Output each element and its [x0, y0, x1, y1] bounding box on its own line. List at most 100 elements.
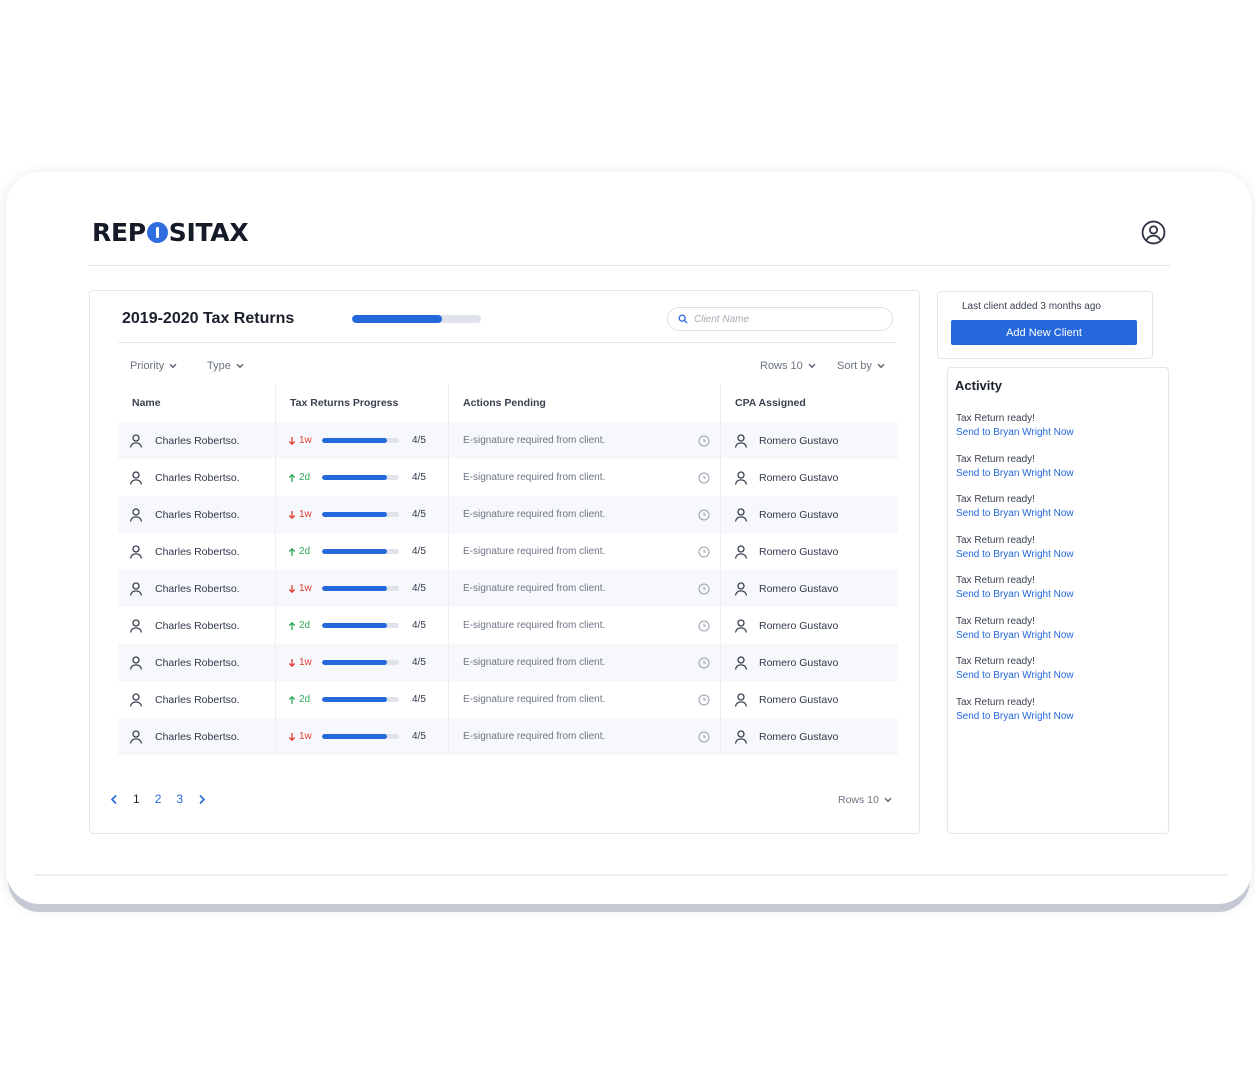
- logo-text-rep: REP: [92, 217, 146, 247]
- action-cell: E-signature required from client.: [449, 718, 721, 755]
- search-icon: [678, 314, 688, 324]
- clock-icon[interactable]: [698, 509, 710, 521]
- activity-item: Tax Return ready! Send to Bryan Wright No…: [956, 655, 1156, 696]
- cpa-cell[interactable]: Romero Gustavo: [721, 533, 898, 570]
- activity-item-link[interactable]: Send to Bryan Wright Now: [956, 669, 1156, 683]
- cpa-cell[interactable]: Romero Gustavo: [721, 681, 898, 718]
- clock-icon[interactable]: [698, 546, 710, 558]
- activity-item: Tax Return ready! Send to Bryan Wright No…: [956, 574, 1156, 615]
- trend-indicator: 2d: [288, 620, 322, 631]
- cpa-cell[interactable]: Romero Gustavo: [721, 496, 898, 533]
- column-header-name[interactable]: Name: [118, 384, 276, 422]
- column-header-cpa[interactable]: CPA Assigned: [721, 384, 898, 422]
- cpa-name: Romero Gustavo: [759, 619, 839, 632]
- client-name-cell[interactable]: Charles Robertso.: [118, 644, 276, 681]
- table-row[interactable]: Charles Robertso. 2d 4/5 E-signature requir…: [118, 533, 898, 570]
- action-cell: E-signature required from client.: [449, 422, 721, 459]
- action-cell: E-signature required from client.: [449, 570, 721, 607]
- cpa-cell[interactable]: Romero Gustavo: [721, 459, 898, 496]
- client-name: Charles Robertso.: [155, 582, 240, 595]
- arrow-up-icon: [288, 621, 296, 630]
- cpa-cell[interactable]: Romero Gustavo: [721, 718, 898, 755]
- table-row[interactable]: Charles Robertso. 2d 4/5 E-signature requir…: [118, 607, 898, 644]
- client-name: Charles Robertso.: [155, 730, 240, 743]
- user-circle-icon[interactable]: [1141, 220, 1166, 245]
- overall-progress-bar: [352, 315, 481, 323]
- activity-item-link[interactable]: Send to Bryan Wright Now: [956, 588, 1156, 602]
- activity-item: Tax Return ready! Send to Bryan Wright No…: [956, 453, 1156, 494]
- column-header-actions[interactable]: Actions Pending: [449, 384, 721, 422]
- client-name: Charles Robertso.: [155, 471, 240, 484]
- clock-icon[interactable]: [698, 620, 710, 632]
- row-progress-bar: [322, 734, 399, 739]
- chevron-down-icon: [236, 363, 244, 369]
- trend-indicator: 1w: [288, 583, 322, 594]
- client-name-cell[interactable]: Charles Robertso.: [118, 681, 276, 718]
- cpa-cell[interactable]: Romero Gustavo: [721, 644, 898, 681]
- table-row[interactable]: Charles Robertso. 1w 4/5 E-signature requir…: [118, 570, 898, 607]
- action-text: E-signature required from client.: [463, 694, 606, 705]
- activity-item-link[interactable]: Send to Bryan Wright Now: [956, 507, 1156, 521]
- trend-label: 2d: [299, 472, 311, 483]
- client-name-cell[interactable]: Charles Robertso.: [118, 533, 276, 570]
- cpa-cell[interactable]: Romero Gustavo: [721, 422, 898, 459]
- clock-icon[interactable]: [698, 472, 710, 484]
- type-filter-label: Type: [207, 360, 231, 372]
- chevron-right-icon[interactable]: [198, 794, 206, 805]
- column-header-progress[interactable]: Tax Returns Progress: [276, 384, 449, 422]
- client-name: Charles Robertso.: [155, 619, 240, 632]
- priority-filter[interactable]: Priority: [130, 360, 177, 372]
- table-row[interactable]: Charles Robertso. 2d 4/5 E-signature requir…: [118, 459, 898, 496]
- progress-fraction: 4/5: [412, 731, 426, 742]
- table-row[interactable]: Charles Robertso. 1w 4/5 E-signature requir…: [118, 718, 898, 755]
- activity-item-link[interactable]: Send to Bryan Wright Now: [956, 548, 1156, 562]
- cpa-name: Romero Gustavo: [759, 656, 839, 669]
- client-search[interactable]: [667, 307, 893, 331]
- client-name-cell[interactable]: Charles Robertso.: [118, 607, 276, 644]
- action-text: E-signature required from client.: [463, 731, 606, 742]
- type-filter[interactable]: Type: [207, 360, 244, 372]
- clock-icon[interactable]: [698, 731, 710, 743]
- rows-per-page-top[interactable]: Rows 10: [760, 360, 816, 372]
- client-name-cell[interactable]: Charles Robertso.: [118, 422, 276, 459]
- activity-item-link[interactable]: Send to Bryan Wright Now: [956, 710, 1156, 724]
- client-name-cell[interactable]: Charles Robertso.: [118, 496, 276, 533]
- activity-item-link[interactable]: Send to Bryan Wright Now: [956, 467, 1156, 481]
- clock-icon[interactable]: [698, 435, 710, 447]
- table-row[interactable]: Charles Robertso. 1w 4/5 E-signature requir…: [118, 496, 898, 533]
- clock-icon[interactable]: [698, 657, 710, 669]
- user-icon: [129, 692, 143, 707]
- page-1[interactable]: 1: [133, 792, 140, 806]
- user-icon: [734, 470, 748, 485]
- activity-item-link[interactable]: Send to Bryan Wright Now: [956, 426, 1156, 440]
- page-2[interactable]: 2: [155, 792, 162, 806]
- page-3[interactable]: 3: [176, 792, 183, 806]
- table-row[interactable]: Charles Robertso. 2d 4/5 E-signature requir…: [118, 681, 898, 718]
- cpa-cell[interactable]: Romero Gustavo: [721, 570, 898, 607]
- card-divider: [118, 342, 896, 343]
- cpa-cell[interactable]: Romero Gustavo: [721, 607, 898, 644]
- progress-fraction: 4/5: [412, 509, 426, 520]
- table-body: Charles Robertso. 1w 4/5 E-signature requir…: [118, 422, 898, 755]
- activity-item-link[interactable]: Send to Bryan Wright Now: [956, 629, 1156, 643]
- brand-logo[interactable]: REP SITAX: [92, 217, 249, 247]
- trend-indicator: 1w: [288, 731, 322, 742]
- client-name-cell[interactable]: Charles Robertso.: [118, 570, 276, 607]
- trend-label: 2d: [299, 620, 311, 631]
- trend-indicator: 2d: [288, 472, 322, 483]
- search-input[interactable]: [694, 313, 874, 325]
- client-name-cell[interactable]: Charles Robertso.: [118, 718, 276, 755]
- add-new-client-button[interactable]: Add New Client: [951, 320, 1137, 345]
- user-icon: [734, 544, 748, 559]
- row-progress-bar: [322, 475, 399, 480]
- row-progress-fill: [322, 734, 388, 739]
- table-row[interactable]: Charles Robertso. 1w 4/5 E-signature requir…: [118, 644, 898, 681]
- clock-icon[interactable]: [698, 694, 710, 706]
- clock-icon[interactable]: [698, 583, 710, 595]
- chevron-left-icon[interactable]: [110, 794, 118, 805]
- cpa-name: Romero Gustavo: [759, 545, 839, 558]
- table-row[interactable]: Charles Robertso. 1w 4/5 E-signature requir…: [118, 422, 898, 459]
- sort-by-filter[interactable]: Sort by: [837, 360, 885, 372]
- client-name-cell[interactable]: Charles Robertso.: [118, 459, 276, 496]
- rows-per-page-bottom[interactable]: Rows 10: [838, 794, 892, 806]
